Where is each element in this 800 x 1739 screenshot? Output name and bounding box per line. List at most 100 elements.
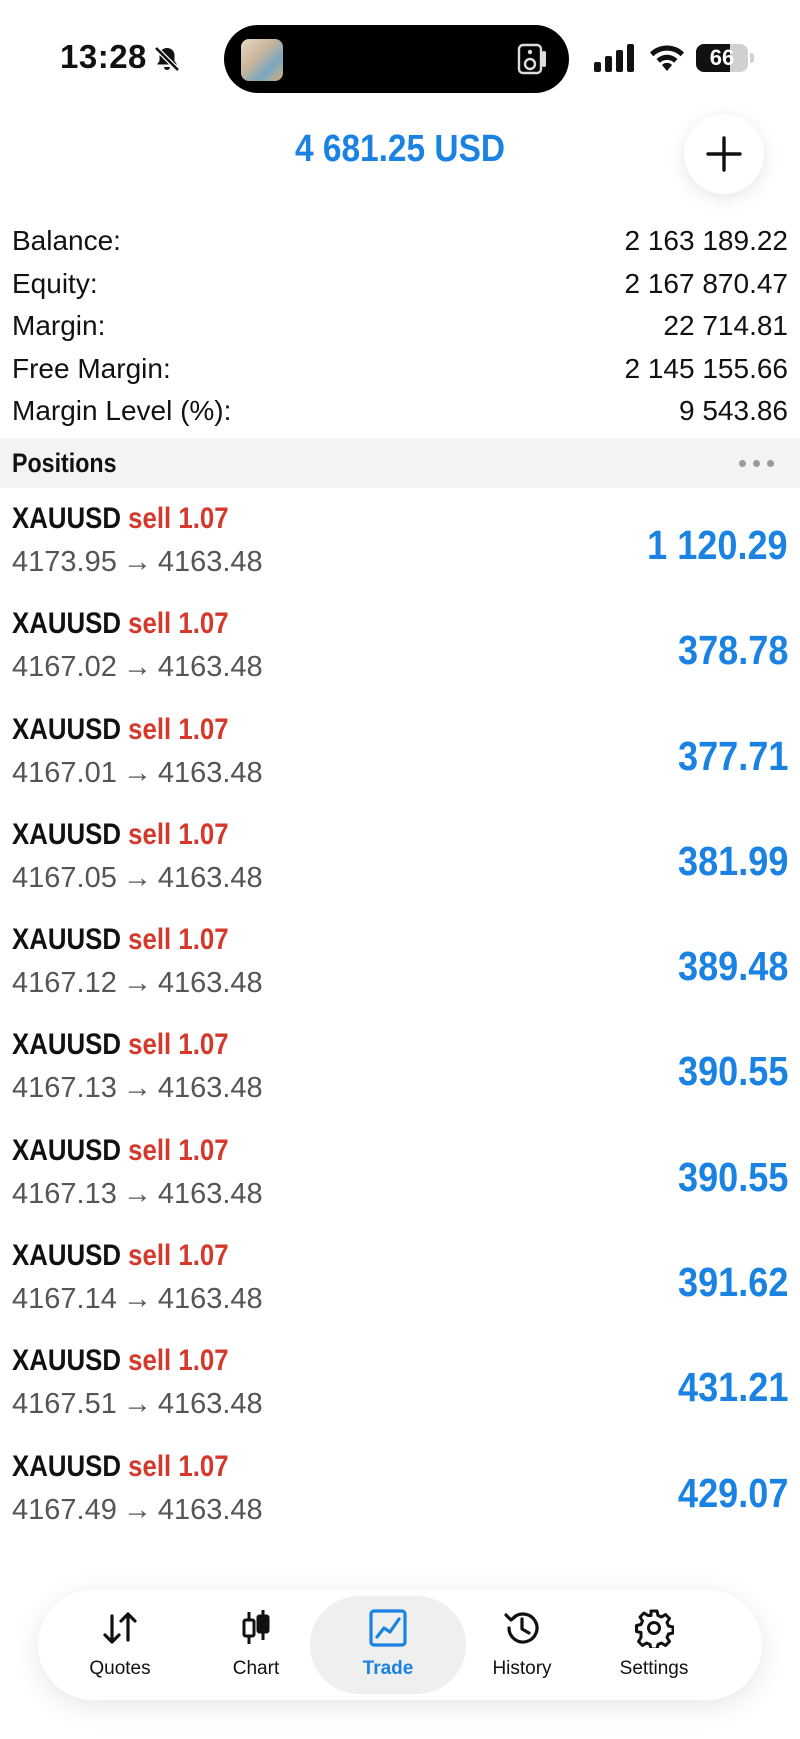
status-bar: 13:28 66: [0, 0, 800, 110]
position-row[interactable]: XAUUSD sell 1.07 4173.95 → 4163.48 1 120.29: [0, 494, 800, 599]
summary-value: 2 145 155.66: [624, 352, 789, 384]
position-side: sell: [128, 1133, 172, 1167]
position-profit: 391.62: [677, 1259, 788, 1306]
history-clock-icon: [502, 1608, 542, 1648]
position-current-price: 4163.48: [157, 861, 263, 894]
positions-list: XAUUSD sell 1.07 4173.95 → 4163.48 1 120.29 X…: [0, 494, 800, 1547]
position-side: sell: [128, 502, 172, 535]
tab-label: Quotes: [89, 1658, 151, 1679]
position-title: XAUUSD sell 1.07: [12, 1450, 229, 1484]
arrow-right-icon: →: [122, 1388, 152, 1421]
position-row[interactable]: XAUUSD sell 1.07 4167.13 → 4163.48 390.55: [0, 1020, 800, 1125]
position-volume: 1.07: [178, 607, 229, 641]
position-volume: 1.07: [178, 712, 229, 746]
tab-quotes[interactable]: Quotes: [42, 1596, 198, 1694]
settings-gear-icon: [634, 1608, 675, 1651]
position-prices: 4167.51 → 4163.48: [12, 1388, 263, 1421]
plus-icon: [706, 136, 742, 172]
position-open-price: 4167.05: [12, 861, 117, 894]
position-profit: 431.21: [677, 1364, 788, 1411]
speaker-icon: [517, 43, 546, 75]
summary-label: Free Margin:: [12, 352, 171, 384]
status-time: 13:28: [60, 38, 147, 75]
position-prices: 4167.12 → 4163.48: [12, 967, 263, 1000]
bottom-tab-bar: Quotes Chart Trade History Settings: [38, 1590, 762, 1700]
position-symbol: XAUUSD: [12, 1133, 121, 1167]
position-profit: 381.99: [677, 837, 788, 884]
position-volume: 1.07: [178, 817, 229, 851]
position-current-price: 4163.48: [157, 1493, 263, 1526]
position-row[interactable]: XAUUSD sell 1.07 4167.14 → 4163.48 391.62: [0, 1231, 800, 1336]
position-current-price: 4163.48: [157, 546, 263, 578]
position-symbol: XAUUSD: [12, 607, 121, 641]
tab-settings[interactable]: Settings: [576, 1596, 732, 1694]
position-row[interactable]: XAUUSD sell 1.07 4167.51 → 4163.48 431.21: [0, 1336, 800, 1441]
position-side: sell: [128, 1344, 172, 1378]
position-symbol: XAUUSD: [12, 1028, 121, 1062]
wifi-icon: [650, 45, 684, 71]
arrow-right-icon: →: [122, 1072, 152, 1105]
candlestick-chart-icon: [236, 1608, 276, 1648]
position-symbol: XAUUSD: [12, 1344, 121, 1378]
arrow-right-icon: →: [122, 546, 152, 578]
position-row[interactable]: XAUUSD sell 1.07 4167.49 → 4163.48 429.07: [0, 1442, 800, 1547]
arrow-right-icon: →: [122, 651, 152, 684]
position-profit: 390.55: [677, 1048, 788, 1095]
tab-trade[interactable]: Trade: [310, 1596, 466, 1694]
position-row[interactable]: XAUUSD sell 1.07 4167.01 → 4163.48 377.71: [0, 705, 800, 810]
account-profit-total: 4 681.25 USD: [294, 128, 506, 170]
position-profit: 390.55: [677, 1153, 788, 1200]
summary-value: 22 714.81: [663, 310, 788, 342]
position-open-price: 4167.51: [12, 1388, 117, 1421]
summary-label: Equity:: [12, 267, 98, 299]
position-title: XAUUSD sell 1.07: [12, 713, 229, 747]
position-prices: 4167.14 → 4163.48: [12, 1283, 263, 1316]
dynamic-island[interactable]: [224, 25, 569, 93]
position-title: XAUUSD sell 1.07: [12, 818, 229, 852]
position-title: XAUUSD sell 1.07: [12, 1028, 229, 1062]
trade-chart-icon: [368, 1608, 408, 1648]
position-prices: 4173.95 → 4163.48: [12, 546, 263, 579]
position-prices: 4167.49 → 4163.48: [12, 1494, 263, 1527]
position-symbol: XAUUSD: [12, 1239, 121, 1273]
positions-title: Positions: [12, 447, 117, 478]
position-symbol: XAUUSD: [12, 817, 121, 851]
summary-label: Margin Level (%):: [12, 395, 232, 427]
position-row[interactable]: XAUUSD sell 1.07 4167.02 → 4163.48 378.78: [0, 599, 800, 704]
position-profit: 389.48: [677, 943, 788, 990]
battery-level: 66: [709, 45, 735, 70]
more-dots-icon[interactable]: [739, 459, 788, 467]
position-volume: 1.07: [178, 1028, 229, 1062]
summary-row: Free Margin: 2 145 155.66: [12, 348, 788, 391]
position-title: XAUUSD sell 1.07: [12, 1239, 229, 1273]
arrow-right-icon: →: [122, 967, 152, 1000]
position-open-price: 4167.01: [12, 756, 117, 789]
bell-slash-icon: [154, 46, 180, 72]
summary-row: Balance: 2 163 189.22: [12, 220, 788, 263]
position-volume: 1.07: [178, 1449, 229, 1483]
quotes-arrows-icon: [100, 1608, 140, 1648]
position-profit: 1 120.29: [647, 522, 788, 568]
position-prices: 4167.05 → 4163.48: [12, 862, 263, 895]
position-side: sell: [128, 607, 172, 641]
position-current-price: 4163.48: [157, 1177, 263, 1210]
position-symbol: XAUUSD: [12, 712, 121, 746]
arrow-right-icon: →: [122, 1283, 152, 1316]
position-profit: 377.71: [677, 732, 788, 779]
position-current-price: 4163.48: [157, 651, 263, 684]
position-profit: 429.07: [677, 1469, 788, 1516]
position-row[interactable]: XAUUSD sell 1.07 4167.13 → 4163.48 390.55: [0, 1126, 800, 1231]
arrow-right-icon: →: [122, 1493, 152, 1526]
position-row[interactable]: XAUUSD sell 1.07 4167.12 → 4163.48 389.48: [0, 915, 800, 1020]
summary-value: 9 543.86: [679, 395, 788, 427]
add-order-button[interactable]: [684, 114, 764, 194]
position-volume: 1.07: [178, 1239, 229, 1273]
positions-section-header: Positions: [0, 438, 800, 488]
position-row[interactable]: XAUUSD sell 1.07 4167.05 → 4163.48 381.99: [0, 810, 800, 915]
arrow-right-icon: →: [122, 861, 152, 894]
account-summary: Balance: 2 163 189.22 Equity: 2 167 870.47 M…: [12, 220, 788, 433]
position-current-price: 4163.48: [157, 1072, 263, 1105]
position-current-price: 4163.48: [157, 967, 263, 1000]
position-prices: 4167.02 → 4163.48: [12, 651, 263, 684]
summary-value: 2 167 870.47: [624, 267, 789, 299]
